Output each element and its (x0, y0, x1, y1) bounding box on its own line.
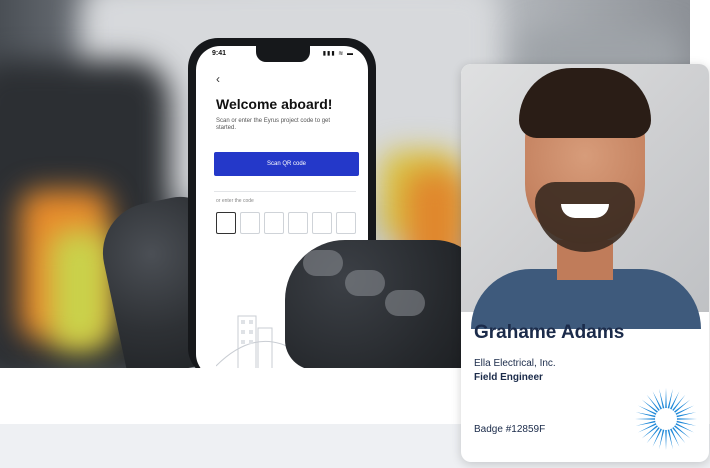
worker-role: Field Engineer (474, 372, 543, 383)
welcome-title: Welcome aboard! (216, 96, 333, 112)
code-box[interactable] (312, 212, 332, 234)
code-box[interactable] (216, 212, 236, 234)
code-box[interactable] (264, 212, 284, 234)
badge-number: Badge #12859F (474, 424, 546, 435)
worker-name: Grahame Adams (474, 322, 625, 343)
welcome-subtitle: Scan or enter the Eyrus project code to … (216, 118, 331, 131)
project-code-input[interactable] (216, 212, 356, 234)
code-box[interactable] (240, 212, 260, 234)
phone-notch (256, 46, 310, 62)
divider (214, 191, 356, 192)
back-chevron-icon[interactable]: ‹ (216, 72, 220, 86)
worker-badge-card: Grahame Adams Ella Electrical, Inc. Fiel… (461, 64, 709, 462)
scan-qr-button[interactable]: Scan QR code (214, 152, 359, 176)
worker-photo (461, 64, 709, 329)
sunburst-logo-icon (635, 388, 697, 450)
code-box[interactable] (288, 212, 308, 234)
status-icons: ▮▮▮ ≋ ▬ (322, 51, 354, 57)
right-glove (285, 240, 485, 368)
worker-company: Ella Electrical, Inc. (474, 358, 556, 369)
code-box[interactable] (336, 212, 356, 234)
status-time: 9:41 (212, 50, 227, 57)
or-enter-label: or enter the code (216, 198, 254, 204)
